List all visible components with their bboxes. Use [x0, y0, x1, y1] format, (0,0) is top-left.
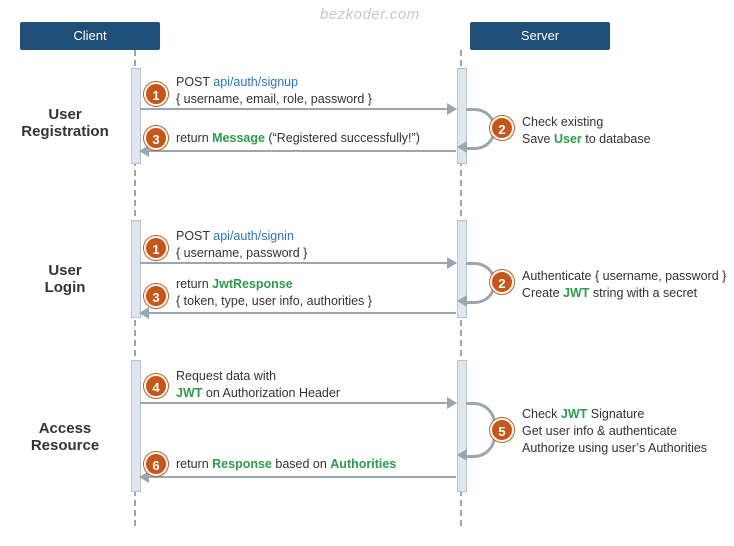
- arrow-signup-response: [140, 150, 456, 152]
- arrow-signin-request: [140, 262, 456, 264]
- step-3-signup-return: 3: [144, 126, 168, 150]
- section-access-resource: Access Resource: [10, 420, 120, 455]
- client-header: Client: [20, 22, 160, 50]
- arrow-resource-response: [140, 476, 456, 478]
- arrow-signin-response: [140, 312, 456, 314]
- msg-signin-request: POST api/auth/signin { username, passwor…: [176, 228, 307, 262]
- step-1-signin: 1: [144, 236, 168, 260]
- step-3-signin-return: 3: [144, 284, 168, 308]
- client-lifeline: [134, 50, 136, 526]
- server-header: Server: [470, 22, 610, 50]
- note-login-server: Authenticate { username, password } Crea…: [522, 268, 726, 302]
- section-user-login: User Login: [10, 262, 120, 297]
- msg-resource-response: return Response based on Authorities: [176, 456, 396, 473]
- watermark-text: bezkoder.com: [320, 6, 420, 23]
- arrow-signup-request: [140, 108, 456, 110]
- client-activation-2: [131, 220, 141, 318]
- step-5-resource-server: 5: [490, 418, 514, 442]
- msg-resource-request: Request data with JWT on Authorization H…: [176, 368, 340, 402]
- step-4-request: 4: [144, 374, 168, 398]
- section-user-registration: User Registration: [10, 106, 120, 141]
- step-6-resource-return: 6: [144, 452, 168, 476]
- note-resource-server: Check JWT Signature Get user info & auth…: [522, 406, 707, 457]
- msg-signup-request: POST api/auth/signup { username, email, …: [176, 74, 372, 108]
- arrow-resource-request: [140, 402, 456, 404]
- step-2-login-server: 2: [490, 270, 514, 294]
- step-1-signup: 1: [144, 82, 168, 106]
- step-2-register-server: 2: [490, 116, 514, 140]
- msg-signin-response: return JwtResponse { token, type, user i…: [176, 276, 372, 310]
- note-register-server: Check existing Save User to database: [522, 114, 651, 148]
- msg-signup-response: return Message (“Registered successfully…: [176, 130, 420, 147]
